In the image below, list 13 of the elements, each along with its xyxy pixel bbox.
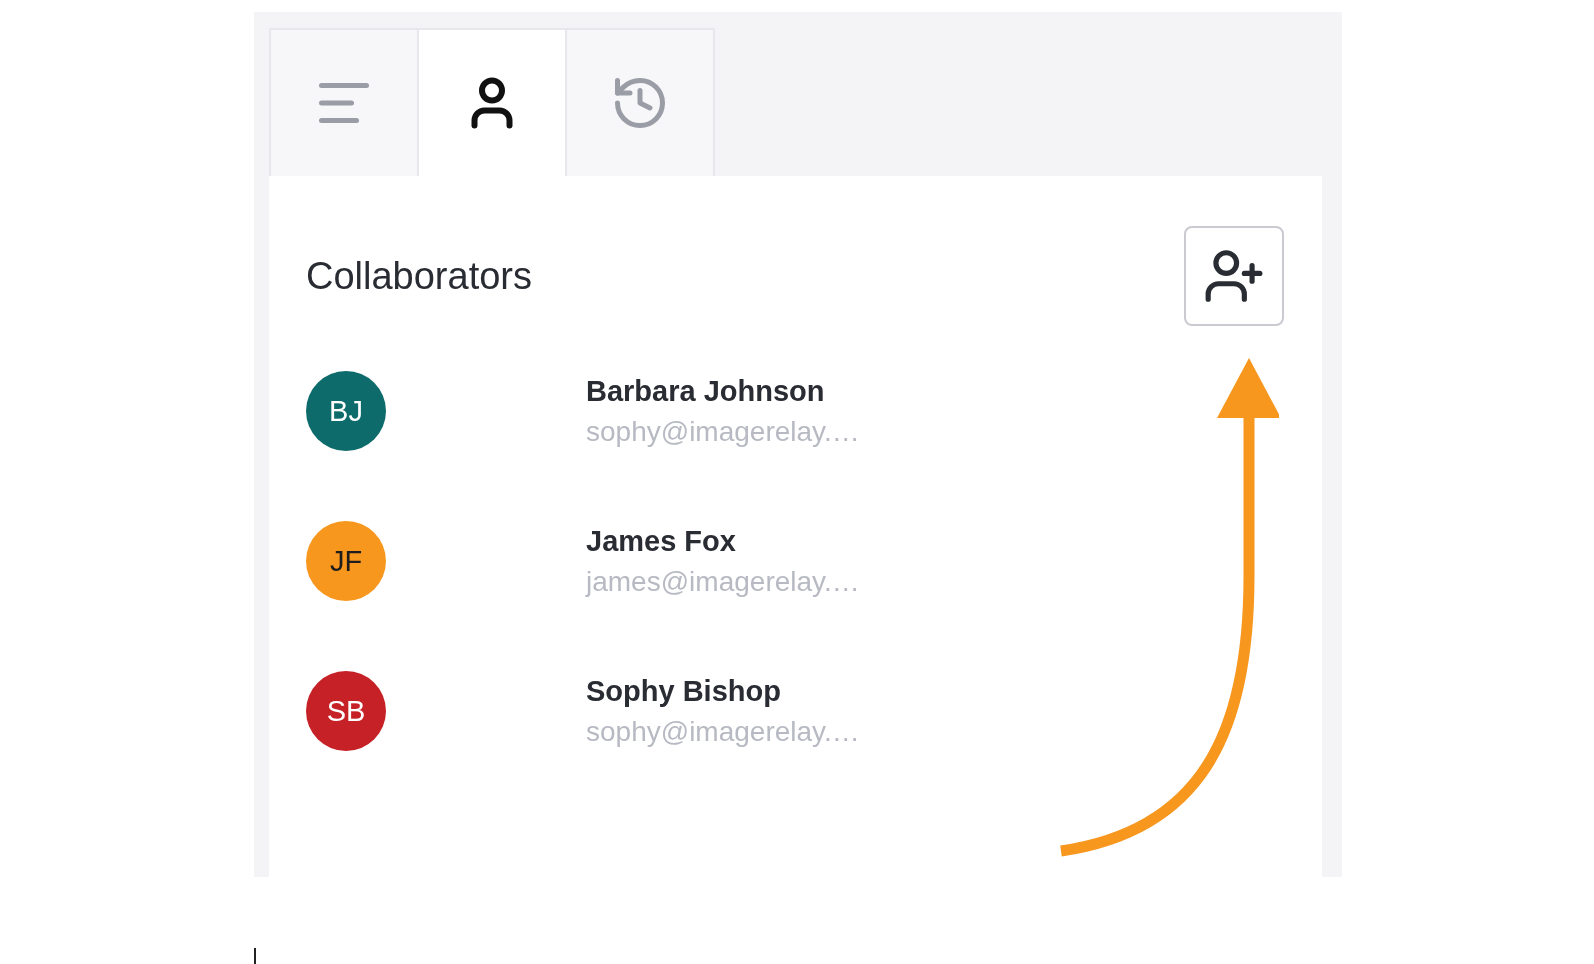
collaborator-name: James Fox bbox=[586, 524, 737, 558]
text-cursor bbox=[254, 948, 256, 964]
user-tab[interactable] bbox=[417, 28, 567, 176]
collaborator-name: Barbara Johnson bbox=[586, 374, 826, 408]
avatar: JF bbox=[306, 521, 386, 601]
collaborator-email: sophy@imagerelay.… bbox=[586, 715, 861, 748]
collaborator-email: james@imagerelay.… bbox=[586, 565, 861, 598]
add-user-button[interactable] bbox=[1184, 226, 1284, 326]
section-title: Collaborators bbox=[306, 254, 532, 298]
avatar: BJ bbox=[306, 371, 386, 451]
avatar: SB bbox=[306, 671, 386, 751]
collaborator-email: sophy@imagerelay.… bbox=[586, 415, 861, 448]
collaborator-name: Sophy Bishop bbox=[586, 674, 782, 708]
